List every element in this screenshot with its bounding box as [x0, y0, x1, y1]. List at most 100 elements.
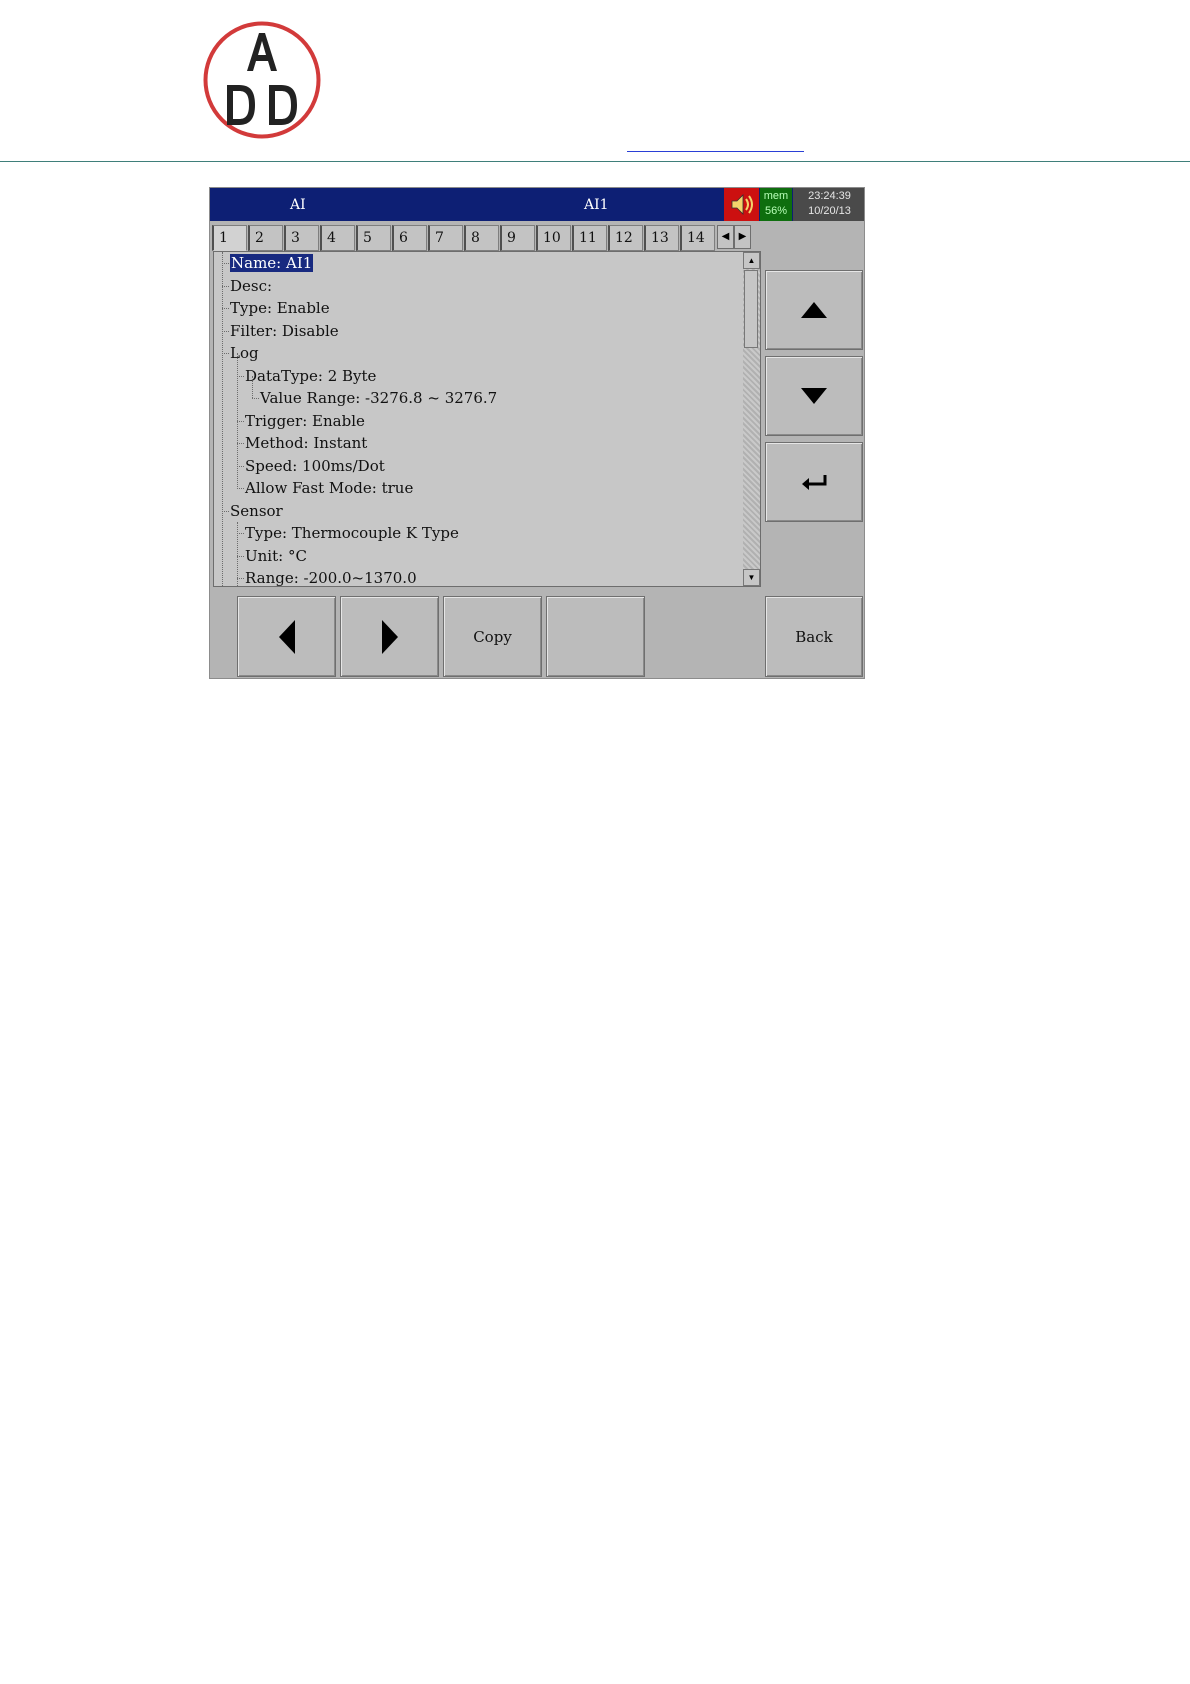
clock-date: 10/20/13: [808, 205, 851, 217]
enter-button[interactable]: [765, 442, 863, 522]
tab-7[interactable]: 7: [428, 225, 463, 251]
tab-9[interactable]: 9: [500, 225, 535, 251]
tab-scroll-left-icon[interactable]: ◀: [717, 225, 734, 249]
tree-guide: [237, 353, 238, 487]
group-title: AI: [290, 197, 306, 213]
tab-12[interactable]: 12: [608, 225, 643, 251]
back-button[interactable]: Back: [765, 596, 863, 677]
tree-connector: [222, 330, 229, 332]
scroll-thumb[interactable]: [744, 270, 758, 348]
tab-5[interactable]: 5: [356, 225, 391, 251]
memory-indicator: mem 56%: [760, 188, 792, 221]
tree-item-label: DataType: 2 Byte: [245, 366, 377, 385]
up-button[interactable]: [765, 270, 863, 350]
settings-tree-panel: Name: AI1 Desc: Type: Enable Filter: Disabl…: [213, 251, 761, 587]
tree-connector: [237, 533, 244, 534]
next-button[interactable]: [340, 596, 439, 677]
tree-item[interactable]: Sensor: [230, 500, 283, 522]
tree-item[interactable]: Name: AI1: [230, 252, 314, 274]
tree-item-label: Value Range: -3276.8 ~ 3276.7: [260, 389, 498, 407]
tree-item[interactable]: Method: Instant: [245, 432, 367, 454]
memory-value: 56%: [764, 205, 788, 217]
header-divider: [0, 161, 1190, 162]
tree-scrollbar[interactable]: ▲ ▼: [743, 252, 760, 586]
enter-icon: [802, 475, 827, 490]
right-arrow-icon: [381, 619, 398, 654]
scroll-up-icon[interactable]: ▲: [743, 252, 760, 269]
tree-connector: [237, 420, 244, 422]
clock-time: 23:24:39: [808, 190, 851, 202]
tab-2[interactable]: 2: [248, 225, 283, 251]
tab-14[interactable]: 14: [680, 225, 715, 251]
tree-item[interactable]: Filter: Disable: [230, 320, 339, 342]
tree-connector: [222, 308, 229, 309]
memory-label: mem: [763, 190, 789, 202]
tree-guide: [222, 252, 223, 586]
tree-connector: [222, 263, 229, 264]
copy-button[interactable]: Copy: [443, 596, 542, 677]
tree-item[interactable]: Value Range: -3276.8 ~ 3276.7: [260, 387, 497, 409]
tree-item[interactable]: Desc:: [230, 275, 272, 297]
tree-item-label: Name: AI1: [230, 254, 314, 272]
tree-connector: [237, 488, 244, 489]
tree-item-label: Type: Enable: [230, 299, 330, 317]
tree-item-label: Trigger: Enable: [245, 411, 365, 430]
tab-6[interactable]: 6: [392, 225, 427, 251]
tree-item-label: Log: [230, 344, 259, 362]
up-arrow-icon: [801, 302, 827, 318]
title-bar: AI AI1 mem 56% 23:24:39 10/20/13: [210, 188, 864, 221]
tree-connector: [237, 443, 244, 444]
tree-connector: [237, 465, 244, 467]
speaker-icon[interactable]: [724, 188, 759, 221]
tree-connector: [237, 578, 244, 579]
tree-guide: [237, 522, 238, 586]
tree-item[interactable]: DataType: 2 Byte: [245, 365, 376, 387]
down-arrow-icon: [801, 388, 827, 404]
previous-button[interactable]: [237, 596, 336, 677]
tree-item[interactable]: Speed: 100ms/Dot: [245, 455, 385, 477]
tree-connector: [237, 375, 244, 377]
tab-10[interactable]: 10: [536, 225, 571, 251]
recorder-screen: AI AI1 mem 56% 23:24:39 10/20/13 1234567…: [209, 187, 865, 679]
settings-tree: Name: AI1 Desc: Type: Enable Filter: Disabl…: [214, 252, 742, 586]
tree-item[interactable]: Log: [230, 342, 259, 364]
tree-item[interactable]: Unit: °C: [245, 545, 307, 567]
tab-13[interactable]: 13: [644, 225, 679, 251]
tree-item-label: Desc:: [230, 276, 273, 295]
back-label: Back: [795, 627, 833, 646]
tab-4[interactable]: 4: [320, 225, 355, 251]
tree-item-label: Sensor: [230, 501, 283, 520]
tree-item-label: Filter: Disable: [230, 321, 339, 340]
tree-guide: [252, 376, 253, 398]
down-button[interactable]: [765, 356, 863, 436]
channel-title: AI1: [584, 197, 609, 213]
left-arrow-icon: [278, 619, 295, 654]
channel-tabs: 1 2 3 4 5 6 7 8 9 10 11 12 13 14 ◀ ▶: [212, 225, 762, 251]
scroll-down-icon[interactable]: ▼: [743, 569, 760, 586]
tab-8[interactable]: 8: [464, 225, 499, 251]
tab-3[interactable]: 3: [284, 225, 319, 251]
tree-item[interactable]: Type: Enable: [230, 297, 330, 319]
tree-item-label: Allow Fast Mode: true: [245, 479, 414, 497]
tree-connector: [222, 510, 229, 512]
tab-11[interactable]: 11: [572, 225, 607, 251]
tree-item-label: Method: Instant: [245, 434, 368, 452]
tree-connector: [252, 398, 259, 399]
tree-item[interactable]: Allow Fast Mode: true: [245, 477, 413, 499]
tree-connector: [222, 285, 229, 287]
add-logo: [203, 21, 321, 139]
header-link-underline[interactable]: [627, 151, 804, 152]
clock: 23:24:39 10/20/13: [793, 188, 864, 221]
blank-button[interactable]: [546, 596, 645, 677]
tree-item-label: Range: -200.0~1370.0: [245, 569, 417, 587]
tab-scroll-right-icon[interactable]: ▶: [734, 225, 751, 249]
tree-item-label: Unit: °C: [245, 546, 307, 565]
tree-item-label: Speed: 100ms/Dot: [245, 456, 385, 475]
tree-item-label: Type: Thermocouple K Type: [245, 524, 459, 542]
copy-label: Copy: [473, 627, 512, 646]
tree-item[interactable]: Trigger: Enable: [245, 410, 365, 432]
tree-item[interactable]: Range: -200.0~1370.0: [245, 567, 417, 587]
tree-item[interactable]: Type: Thermocouple K Type: [245, 522, 459, 544]
tab-1[interactable]: 1: [212, 225, 247, 251]
tree-connector: [222, 353, 229, 354]
